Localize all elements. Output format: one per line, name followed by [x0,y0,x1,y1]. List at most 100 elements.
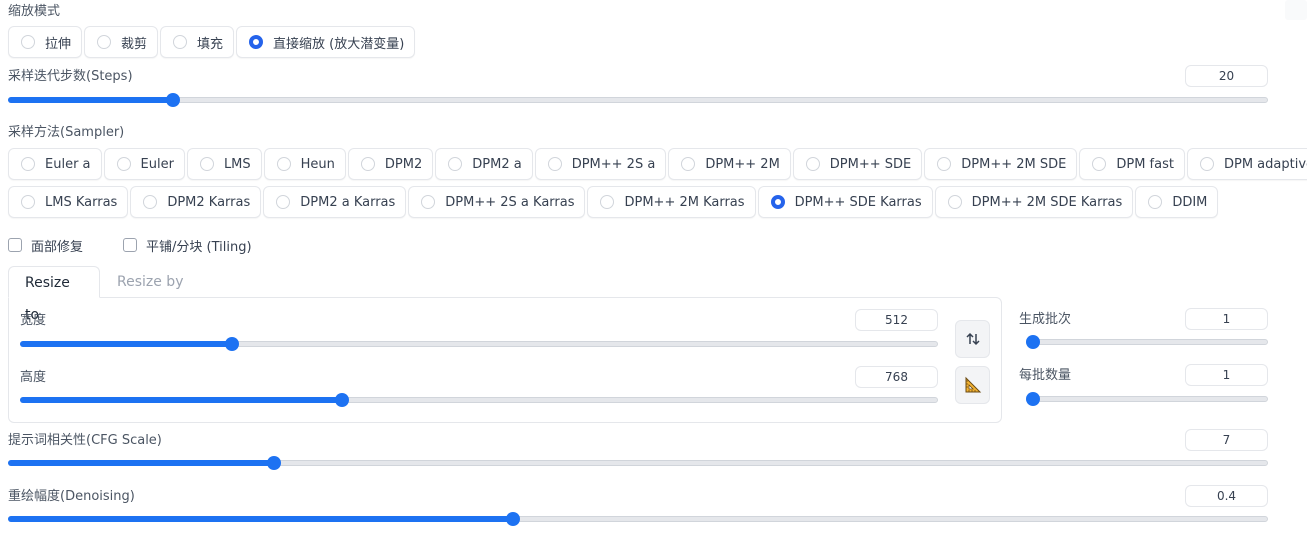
cfg-slider[interactable] [8,456,1268,470]
steps-slider[interactable] [8,93,1268,107]
sampler-option-dpm-fast[interactable]: DPM fast [1079,148,1185,180]
steps-input[interactable]: 20 [1185,65,1268,87]
sampler-option-label: DPM2 a Karras [300,194,396,210]
sampler-option-label: DPM++ 2M Karras [624,194,745,210]
sampler-option-label: DPM fast [1116,156,1174,172]
tiling-label: 平铺/分块 (Tiling) [146,240,252,255]
sampler-option-label: DPM++ 2M SDE [961,156,1067,172]
tab-resize-to[interactable]: Resize to [8,266,100,323]
slider-thumb[interactable] [1026,335,1040,349]
sampler-option-label: DPM++ 2S a [571,156,656,172]
resize-mode-option-option-3[interactable]: 直接缩放 (放大潜变量) [236,26,416,58]
batch-count-input[interactable]: 1 [1185,308,1268,330]
sampler-option-dpm-2m[interactable]: DPM++ 2M [668,148,791,180]
radio-indicator [173,35,188,49]
sampler-option-label: DPM++ 2M SDE Karras [971,194,1123,210]
sampler-option-heun[interactable]: Heun [263,148,346,180]
radio-indicator [947,195,962,209]
width-slider[interactable] [20,337,938,351]
radio-indicator [421,195,436,209]
face-restore-checkbox[interactable] [8,238,22,252]
sampler-option-dpm-2m-sde-karras[interactable]: DPM++ 2M SDE Karras [934,186,1134,218]
sampler-option-dpm2-a[interactable]: DPM2 a [435,148,533,180]
sampler-option-dpm-adaptive[interactable]: DPM adaptive [1186,148,1307,180]
resize-mode-option-label: 填充 [197,36,224,52]
slider-fill [8,460,273,466]
sampler-option-label: LMS Karras [45,194,118,210]
sampler-option-dpm-2m-sde[interactable]: DPM++ 2M SDE [924,148,1078,180]
sampler-option-dpm-sde[interactable]: DPM++ SDE [792,148,923,180]
radio-indicator [1199,157,1214,171]
resize-mode-option-label: 裁剪 [121,36,148,52]
radio-indicator [249,35,264,49]
sampler-option-lms-karras[interactable]: LMS Karras [8,186,129,218]
aspect-ratio-button[interactable] [955,366,990,404]
slider-fill [8,97,172,103]
slider-thumb[interactable] [1026,392,1040,406]
radio-indicator [805,157,820,171]
sampler-group-row2: LMS Karras DPM2 Karras DPM2 a Karras DPM++ … [8,186,1219,218]
sampler-option-ddim[interactable]: DDIM [1135,186,1219,218]
sampler-option-lms[interactable]: LMS [186,148,262,180]
radio-indicator [143,195,158,209]
denoising-slider[interactable] [8,512,1268,526]
sampler-option-dpm-sde-karras[interactable]: DPM++ SDE Karras [757,186,933,218]
sampler-label: 采样方法(Sampler) [8,125,125,140]
swap-vertical-icon [965,332,980,346]
batch-size-label: 每批数量 [1019,368,1072,383]
sampler-option-dpm2-karras[interactable]: DPM2 Karras [130,186,262,218]
tiling-checkbox[interactable] [123,238,137,252]
radio-indicator [937,157,952,171]
sampler-option-dpm-2s-a-karras[interactable]: DPM++ 2S a Karras [408,186,586,218]
swap-dimensions-button[interactable] [955,320,990,358]
tab-resize-by[interactable]: Resize by [101,266,199,298]
resize-mode-option-option-1[interactable]: 裁剪 [84,26,159,58]
sampler-option-dpm2-a-karras[interactable]: DPM2 a Karras [263,186,407,218]
sampler-option-label: DPM++ SDE [829,156,912,172]
sampler-option-dpm2[interactable]: DPM2 [347,148,434,180]
radio-indicator [199,157,214,171]
sampler-option-label: DPM2 [384,156,423,172]
denoising-input[interactable]: 0.4 [1185,485,1268,507]
radio-indicator [21,157,35,171]
height-label: 高度 [20,370,47,385]
batch-size-slider[interactable] [1026,392,1268,406]
resize-panel [8,297,1002,423]
cfg-input[interactable]: 7 [1185,429,1268,451]
resize-mode-option-option-0[interactable]: 拉伸 [8,26,83,58]
slider-thumb[interactable] [506,512,520,526]
sampler-option-label: DPM2 Karras [167,194,251,210]
radio-indicator [276,195,291,209]
radio-indicator [116,157,131,171]
resize-mode-option-label: 拉伸 [45,36,72,52]
sampler-group-row1: Euler a Euler LMS Heun DPM2 DPM2 a DPM++ 2S a D… [8,148,1307,180]
radio-indicator [681,157,696,171]
radio-indicator [21,35,35,49]
radio-indicator [1148,195,1163,209]
radio-indicator [770,195,785,209]
sampler-option-label: DPM2 a [472,156,522,172]
cfg-label: 提示词相关性(CFG Scale) [8,433,162,448]
width-label: 宽度 [20,313,47,328]
sampler-option-label: Heun [300,156,335,172]
batch-count-label: 生成批次 [1019,312,1072,327]
sampler-option-label: DPM++ 2S a Karras [445,194,575,210]
sampler-option-dpm-2m-karras[interactable]: DPM++ 2M Karras [587,186,756,218]
scrollbar-thumb[interactable] [1285,0,1307,20]
height-slider[interactable] [20,393,938,407]
radio-indicator [448,157,463,171]
sampler-option-dpm-2s-a[interactable]: DPM++ 2S a [534,148,667,180]
batch-size-input[interactable]: 1 [1185,364,1268,386]
width-input[interactable]: 512 [855,309,938,331]
batch-count-slider[interactable] [1026,335,1268,349]
slider-fill [20,341,232,347]
height-input[interactable]: 768 [855,366,938,388]
face-restore-label: 面部修复 [31,240,84,255]
radio-indicator [600,195,615,209]
resize-mode-label: 缩放模式 [8,4,61,19]
sampler-option-euler-a[interactable]: Euler a [8,148,102,180]
slider-thumb[interactable] [266,456,281,470]
sampler-option-euler[interactable]: Euler [103,148,185,180]
resize-mode-option-option-2[interactable]: 填充 [160,26,235,58]
slider-thumb[interactable] [165,93,180,107]
